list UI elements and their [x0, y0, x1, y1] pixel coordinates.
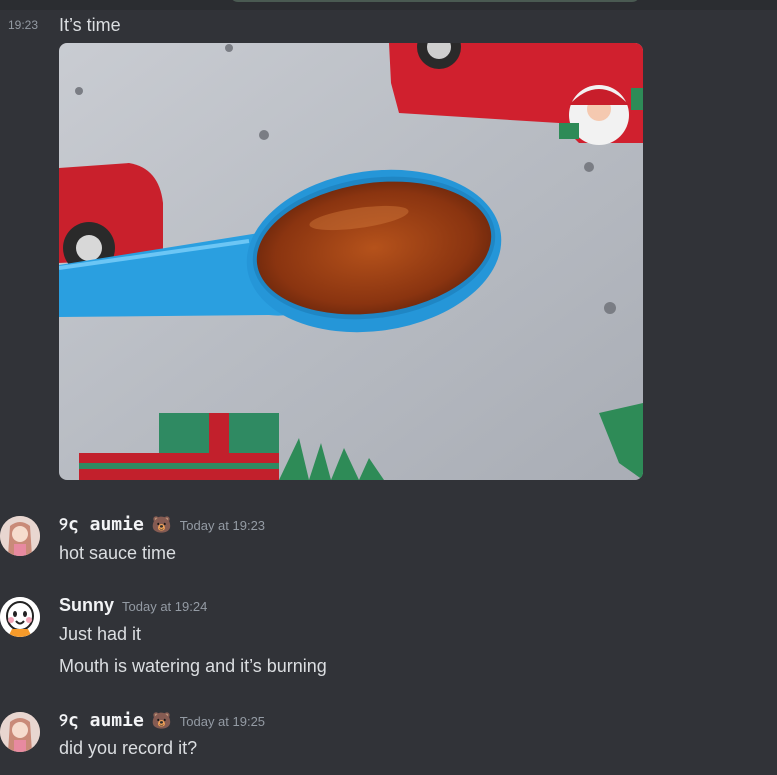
- anime-avatar-icon: [0, 516, 40, 556]
- timestamp: Today at 19:23: [179, 518, 266, 533]
- anime-avatar-icon: [0, 712, 40, 752]
- username[interactable]: ୨ς aumie: [59, 514, 144, 535]
- message-line: Just had it: [59, 624, 142, 644]
- image-attachment[interactable]: [59, 43, 643, 480]
- message-line: hot sauce time: [59, 543, 177, 563]
- username[interactable]: ୨ς aumie: [59, 710, 144, 731]
- smiley-avatar-icon: [0, 597, 40, 637]
- message-line: did you record it?: [59, 738, 198, 758]
- avatar[interactable]: [0, 597, 40, 637]
- previous-message-strip: [0, 0, 777, 10]
- avatar[interactable]: [0, 712, 40, 752]
- avatar[interactable]: [0, 516, 40, 556]
- message-header: ୨ς aumie 🐻 Today at 19:23: [59, 514, 265, 535]
- timestamp: Today at 19:24: [122, 599, 208, 614]
- message-header: Sunny Today at 19:24: [59, 595, 207, 616]
- message-line: Mouth is watering and it’s burning: [59, 656, 327, 676]
- timestamp: Today at 19:25: [179, 714, 266, 729]
- message-header: ୨ς aumie 🐻 Today at 19:25: [59, 710, 265, 731]
- message-text: It’s time: [59, 15, 121, 35]
- message-time: 19:23: [8, 18, 39, 32]
- bear-emoji-icon: 🐻: [151, 713, 172, 730]
- previous-image-edge: [230, 0, 640, 2]
- username[interactable]: Sunny: [59, 595, 114, 616]
- bear-emoji-icon: 🐻: [151, 517, 172, 534]
- hot-sauce-spoon-photo: [59, 43, 643, 480]
